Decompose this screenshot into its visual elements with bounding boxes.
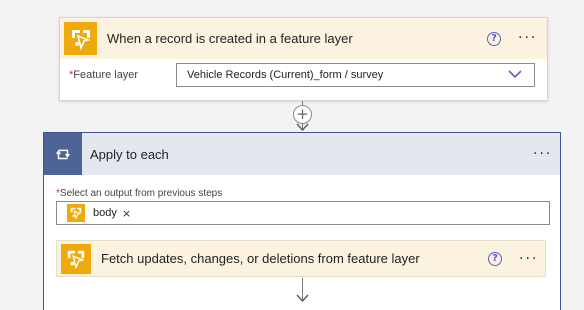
feature-layer-value: Vehicle Records (Current)_form / survey	[187, 69, 384, 81]
apply-to-each-card[interactable]: Apply to each ··· *Select an output from…	[43, 132, 561, 310]
feature-layer-connector-icon	[67, 204, 85, 222]
feature-layer-field-row: *Feature layer Vehicle Records (Current)…	[60, 59, 547, 102]
more-options-icon[interactable]: ···	[518, 31, 537, 45]
arrow-down-icon	[296, 123, 309, 131]
fetch-updates-title: Fetch updates, changes, or deletions fro…	[101, 251, 420, 266]
feature-layer-connector-icon	[61, 243, 91, 274]
remove-token-icon[interactable]: ×	[122, 207, 131, 220]
apply-to-each-title: Apply to each	[90, 146, 169, 162]
fetch-updates-action-card[interactable]: Fetch updates, changes, or deletions fro…	[56, 240, 546, 277]
select-output-label: *Select an output from previous steps	[56, 188, 223, 199]
question-circle-icon[interactable]: ?	[488, 252, 502, 266]
trigger-title: When a record is created in a feature la…	[107, 31, 353, 46]
loop-icon	[44, 133, 82, 175]
trigger-card[interactable]: When a record is created in a feature la…	[59, 17, 548, 101]
apply-to-each-header[interactable]: Apply to each ···	[44, 133, 560, 175]
token-label: body	[93, 207, 117, 219]
trigger-header[interactable]: When a record is created in a feature la…	[60, 18, 547, 59]
feature-layer-select[interactable]: Vehicle Records (Current)_form / survey	[176, 63, 535, 87]
chevron-down-icon[interactable]	[508, 69, 522, 79]
feature-layer-connector-icon	[64, 22, 97, 55]
question-circle-icon[interactable]: ?	[487, 32, 501, 46]
feature-layer-label: *Feature layer	[69, 69, 139, 81]
select-output-input[interactable]: body ×	[56, 201, 550, 225]
more-options-icon[interactable]: ···	[533, 147, 552, 161]
body-token[interactable]: body ×	[67, 204, 132, 222]
more-options-icon[interactable]: ···	[519, 252, 538, 266]
arrow-down-icon	[296, 294, 309, 302]
